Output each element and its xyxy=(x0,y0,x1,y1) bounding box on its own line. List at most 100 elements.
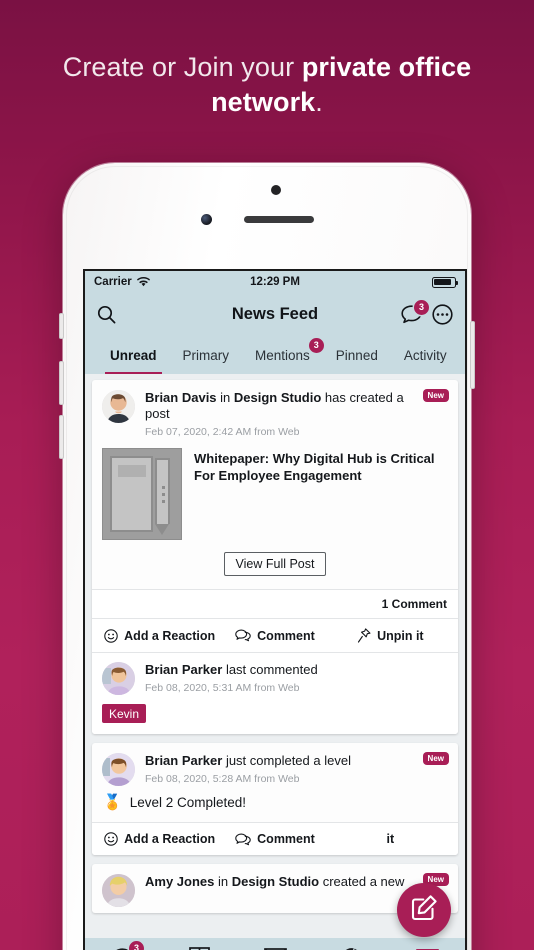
post-action: just completed a level xyxy=(222,753,351,768)
tab-label: Activity xyxy=(403,347,447,363)
add-reaction-button[interactable]: Add a Reaction xyxy=(102,832,217,846)
comment-bubbles-icon xyxy=(235,629,251,642)
tab-mentions[interactable]: Mentions 3 xyxy=(242,336,324,374)
post-activity-text: Brian Davis in Design Studio has created… xyxy=(145,390,418,422)
post-attachment[interactable]: Whitepaper: Why Digital Hub is Critical … xyxy=(92,444,458,550)
search-icon[interactable] xyxy=(97,305,116,324)
proximity-sensor-icon xyxy=(271,185,281,195)
volume-down-button[interactable] xyxy=(59,415,64,459)
level-text: Level 2 Completed! xyxy=(129,795,247,810)
comment-author[interactable]: Brian Parker xyxy=(145,662,222,677)
document-thumbnail-icon[interactable] xyxy=(102,448,182,540)
comment-count[interactable]: 1 Comment xyxy=(92,589,458,618)
action-label: it xyxy=(386,832,395,846)
headline-period: . xyxy=(315,87,323,117)
action-label: Comment xyxy=(257,628,315,643)
avatar[interactable] xyxy=(102,874,135,907)
view-full-post-button[interactable]: View Full Post xyxy=(223,552,327,576)
post-author[interactable]: Amy Jones xyxy=(145,874,214,889)
chat-bubble-icon: 3 xyxy=(112,941,144,950)
bottom-nav-item-more[interactable]: More xyxy=(389,946,465,950)
pin-icon xyxy=(357,628,371,643)
action-label: Add a Reaction xyxy=(124,832,216,846)
mention-tag[interactable]: Kevin xyxy=(102,704,147,723)
grid-icon xyxy=(188,946,210,950)
phone-screen: Carrier 12:29 PM News Feed 3 Unread Prim… xyxy=(85,271,465,950)
action-label: Add a Reaction xyxy=(124,628,216,643)
new-badge: New xyxy=(422,389,449,402)
status-bar: Carrier 12:29 PM xyxy=(85,271,465,293)
tab-pinned[interactable]: Pinned xyxy=(323,336,391,374)
post-action-row: Add a Reaction Comment Unpin it xyxy=(92,618,458,652)
level-achievement: 🏅 Level 2 Completed! xyxy=(92,792,458,822)
page-headline: Create or Join your private office netwo… xyxy=(0,50,534,120)
nav-bar: News Feed 3 xyxy=(85,293,465,336)
unpin-button[interactable]: Unpin it xyxy=(333,628,448,643)
chat-bubble-icon[interactable]: 3 xyxy=(401,300,429,324)
post-action: created a new xyxy=(319,874,405,889)
earpiece-speaker xyxy=(244,216,314,223)
post-group[interactable]: Design Studio xyxy=(232,874,319,889)
compose-icon xyxy=(411,894,438,926)
smiley-icon xyxy=(104,832,118,846)
tab-unread[interactable]: Unread xyxy=(97,336,170,374)
globe-icon xyxy=(341,946,362,950)
new-badge: New xyxy=(422,752,449,765)
news-feed-list[interactable]: Brian Davis in Design Studio has created… xyxy=(85,374,465,950)
comment-bubbles-icon xyxy=(235,833,251,846)
carrier-label: Carrier xyxy=(94,276,132,288)
front-camera-icon xyxy=(201,214,212,225)
compose-fab-button[interactable] xyxy=(397,883,451,937)
post-header: Brian Parker just completed a level Feb … xyxy=(92,743,458,792)
bottom-nav-item-trackers[interactable]: Trackers xyxy=(161,946,237,950)
post-group[interactable]: Design Studio xyxy=(234,390,321,405)
add-reaction-button[interactable]: Add a Reaction xyxy=(102,628,217,643)
phone-mockup: Carrier 12:29 PM News Feed 3 Unread Prim… xyxy=(59,163,475,950)
post-action-row: Add a Reaction Comment it xyxy=(92,822,458,855)
pin-button[interactable]: it xyxy=(333,832,448,846)
tab-primary[interactable]: Primary xyxy=(170,336,243,374)
chats-badge: 3 xyxy=(129,941,144,950)
avatar[interactable] xyxy=(102,753,135,786)
hamburger-icon xyxy=(415,946,439,950)
battery-icon xyxy=(432,276,459,288)
post-last-comment[interactable]: Brian Parker last commented Feb 08, 2020… xyxy=(92,652,458,734)
avatar[interactable] xyxy=(102,662,135,695)
status-bar-time: 12:29 PM xyxy=(250,276,300,288)
ellipsis-circle-icon[interactable] xyxy=(432,304,453,325)
comment-button[interactable]: Comment xyxy=(217,832,332,846)
action-label: Unpin it xyxy=(377,628,424,643)
post-connector: in xyxy=(216,390,234,405)
mute-switch[interactable] xyxy=(59,313,64,339)
mentions-badge: 3 xyxy=(308,338,324,353)
comment-button[interactable]: Comment xyxy=(217,628,332,643)
attachment-title: Whitepaper: Why Digital Hub is Critical … xyxy=(194,451,435,483)
tab-label: Unread xyxy=(110,347,157,363)
feed-tab-strip[interactable]: Unread Primary Mentions 3 Pinned Activit… xyxy=(85,336,465,374)
power-button[interactable] xyxy=(470,321,475,389)
medal-icon: 🏅 xyxy=(103,794,122,811)
envelope-icon xyxy=(263,946,287,950)
bottom-tab-bar[interactable]: 3 Chats Trackers xyxy=(85,938,465,950)
feed-post-card[interactable]: Brian Parker just completed a level Feb … xyxy=(92,743,458,855)
bottom-nav-item-messages[interactable]: Messages xyxy=(237,946,313,950)
feed-post-card[interactable]: Brian Davis in Design Studio has created… xyxy=(92,380,458,734)
post-activity-text: Amy Jones in Design Studio created a new xyxy=(145,874,418,890)
comment-action: last commented xyxy=(222,662,318,677)
post-timestamp: Feb 08, 2020, 5:28 AM from Web xyxy=(145,773,300,785)
avatar[interactable] xyxy=(102,390,135,423)
tab-label: Mentions xyxy=(255,347,310,363)
post-timestamp: Feb 07, 2020, 2:42 AM from Web xyxy=(145,426,300,438)
tab-label: Primary xyxy=(182,347,230,363)
wifi-icon xyxy=(136,277,150,287)
post-header: Brian Davis in Design Studio has created… xyxy=(92,380,458,444)
headline-lead: Create or Join your xyxy=(62,52,302,82)
volume-up-button[interactable] xyxy=(59,361,64,405)
post-connector: in xyxy=(214,874,232,889)
bottom-nav-item-chats[interactable]: 3 Chats xyxy=(85,941,161,950)
action-label: Comment xyxy=(257,832,315,846)
tab-activity[interactable]: Activity xyxy=(391,336,460,374)
post-author[interactable]: Brian Davis xyxy=(145,390,217,405)
bottom-nav-item-company[interactable]: Company xyxy=(313,946,389,950)
post-author[interactable]: Brian Parker xyxy=(145,753,222,768)
